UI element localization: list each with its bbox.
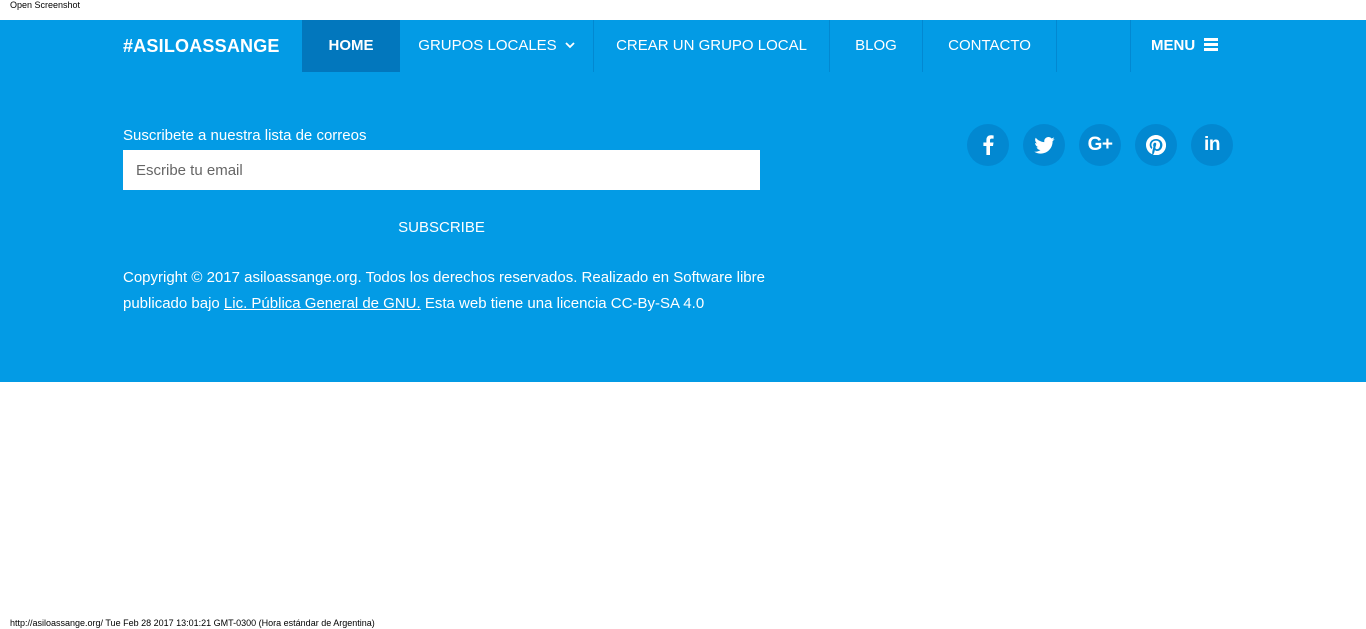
pinterest-button[interactable] [1135, 124, 1177, 166]
nav-grupos-locales-label: GRUPOS LOCALES [418, 37, 557, 54]
google-plus-icon: G+ [1087, 134, 1113, 155]
twitter-icon [1033, 136, 1055, 154]
chevron-down-icon [565, 19, 575, 71]
site-logo[interactable]: #ASILOASSANGE [123, 36, 280, 57]
copyright-post: Esta web tiene una licencia CC-By-SA 4.0 [420, 295, 705, 312]
facebook-icon [982, 135, 994, 155]
copyright-text: Copyright © 2017 asiloassange.org. Todos… [123, 265, 783, 317]
email-input[interactable] [123, 150, 760, 190]
newsletter-label: Suscribete a nuestra lista de correos [123, 127, 367, 144]
facebook-button[interactable] [967, 124, 1009, 166]
menu-label: MENU [1151, 37, 1196, 54]
google-plus-button[interactable]: G+ [1079, 124, 1121, 166]
nav-contacto[interactable]: CONTACTO [923, 20, 1056, 72]
nav-divider [1056, 20, 1057, 72]
nav-grupos-locales[interactable]: GRUPOS LOCALES [400, 20, 593, 72]
nav-blog-label: BLOG [855, 37, 897, 54]
linkedin-icon: in [1204, 134, 1220, 155]
nav-home-label: HOME [328, 37, 374, 54]
nav-home[interactable]: HOME [302, 20, 400, 72]
nav-crear-grupo[interactable]: CREAR UN GRUPO LOCAL [594, 20, 829, 72]
nav-crear-grupo-label: CREAR UN GRUPO LOCAL [616, 37, 807, 54]
pinterest-icon [1146, 135, 1166, 155]
subscribe-button[interactable]: SUBSCRIBE [123, 216, 760, 238]
footer-section: #ASILOASSANGE HOME GRUPOS LOCALES CREAR … [0, 20, 1366, 382]
navbar: #ASILOASSANGE HOME GRUPOS LOCALES CREAR … [0, 20, 1366, 72]
nav-blog[interactable]: BLOG [830, 20, 922, 72]
menu-button[interactable]: MENU [1131, 20, 1219, 72]
status-bar-text: http://asiloassange.org/ Tue Feb 28 2017… [10, 618, 375, 628]
open-screenshot-link[interactable]: Open Screenshot [10, 0, 80, 10]
linkedin-button[interactable]: in [1191, 124, 1233, 166]
screenshot-toolbar: Open Screenshot [0, 0, 1366, 20]
gpl-license-link[interactable]: Lic. Pública General de GNU. [224, 295, 421, 312]
nav-contacto-label: CONTACTO [948, 37, 1031, 54]
hamburger-icon [1204, 38, 1219, 51]
twitter-button[interactable] [1023, 124, 1065, 166]
